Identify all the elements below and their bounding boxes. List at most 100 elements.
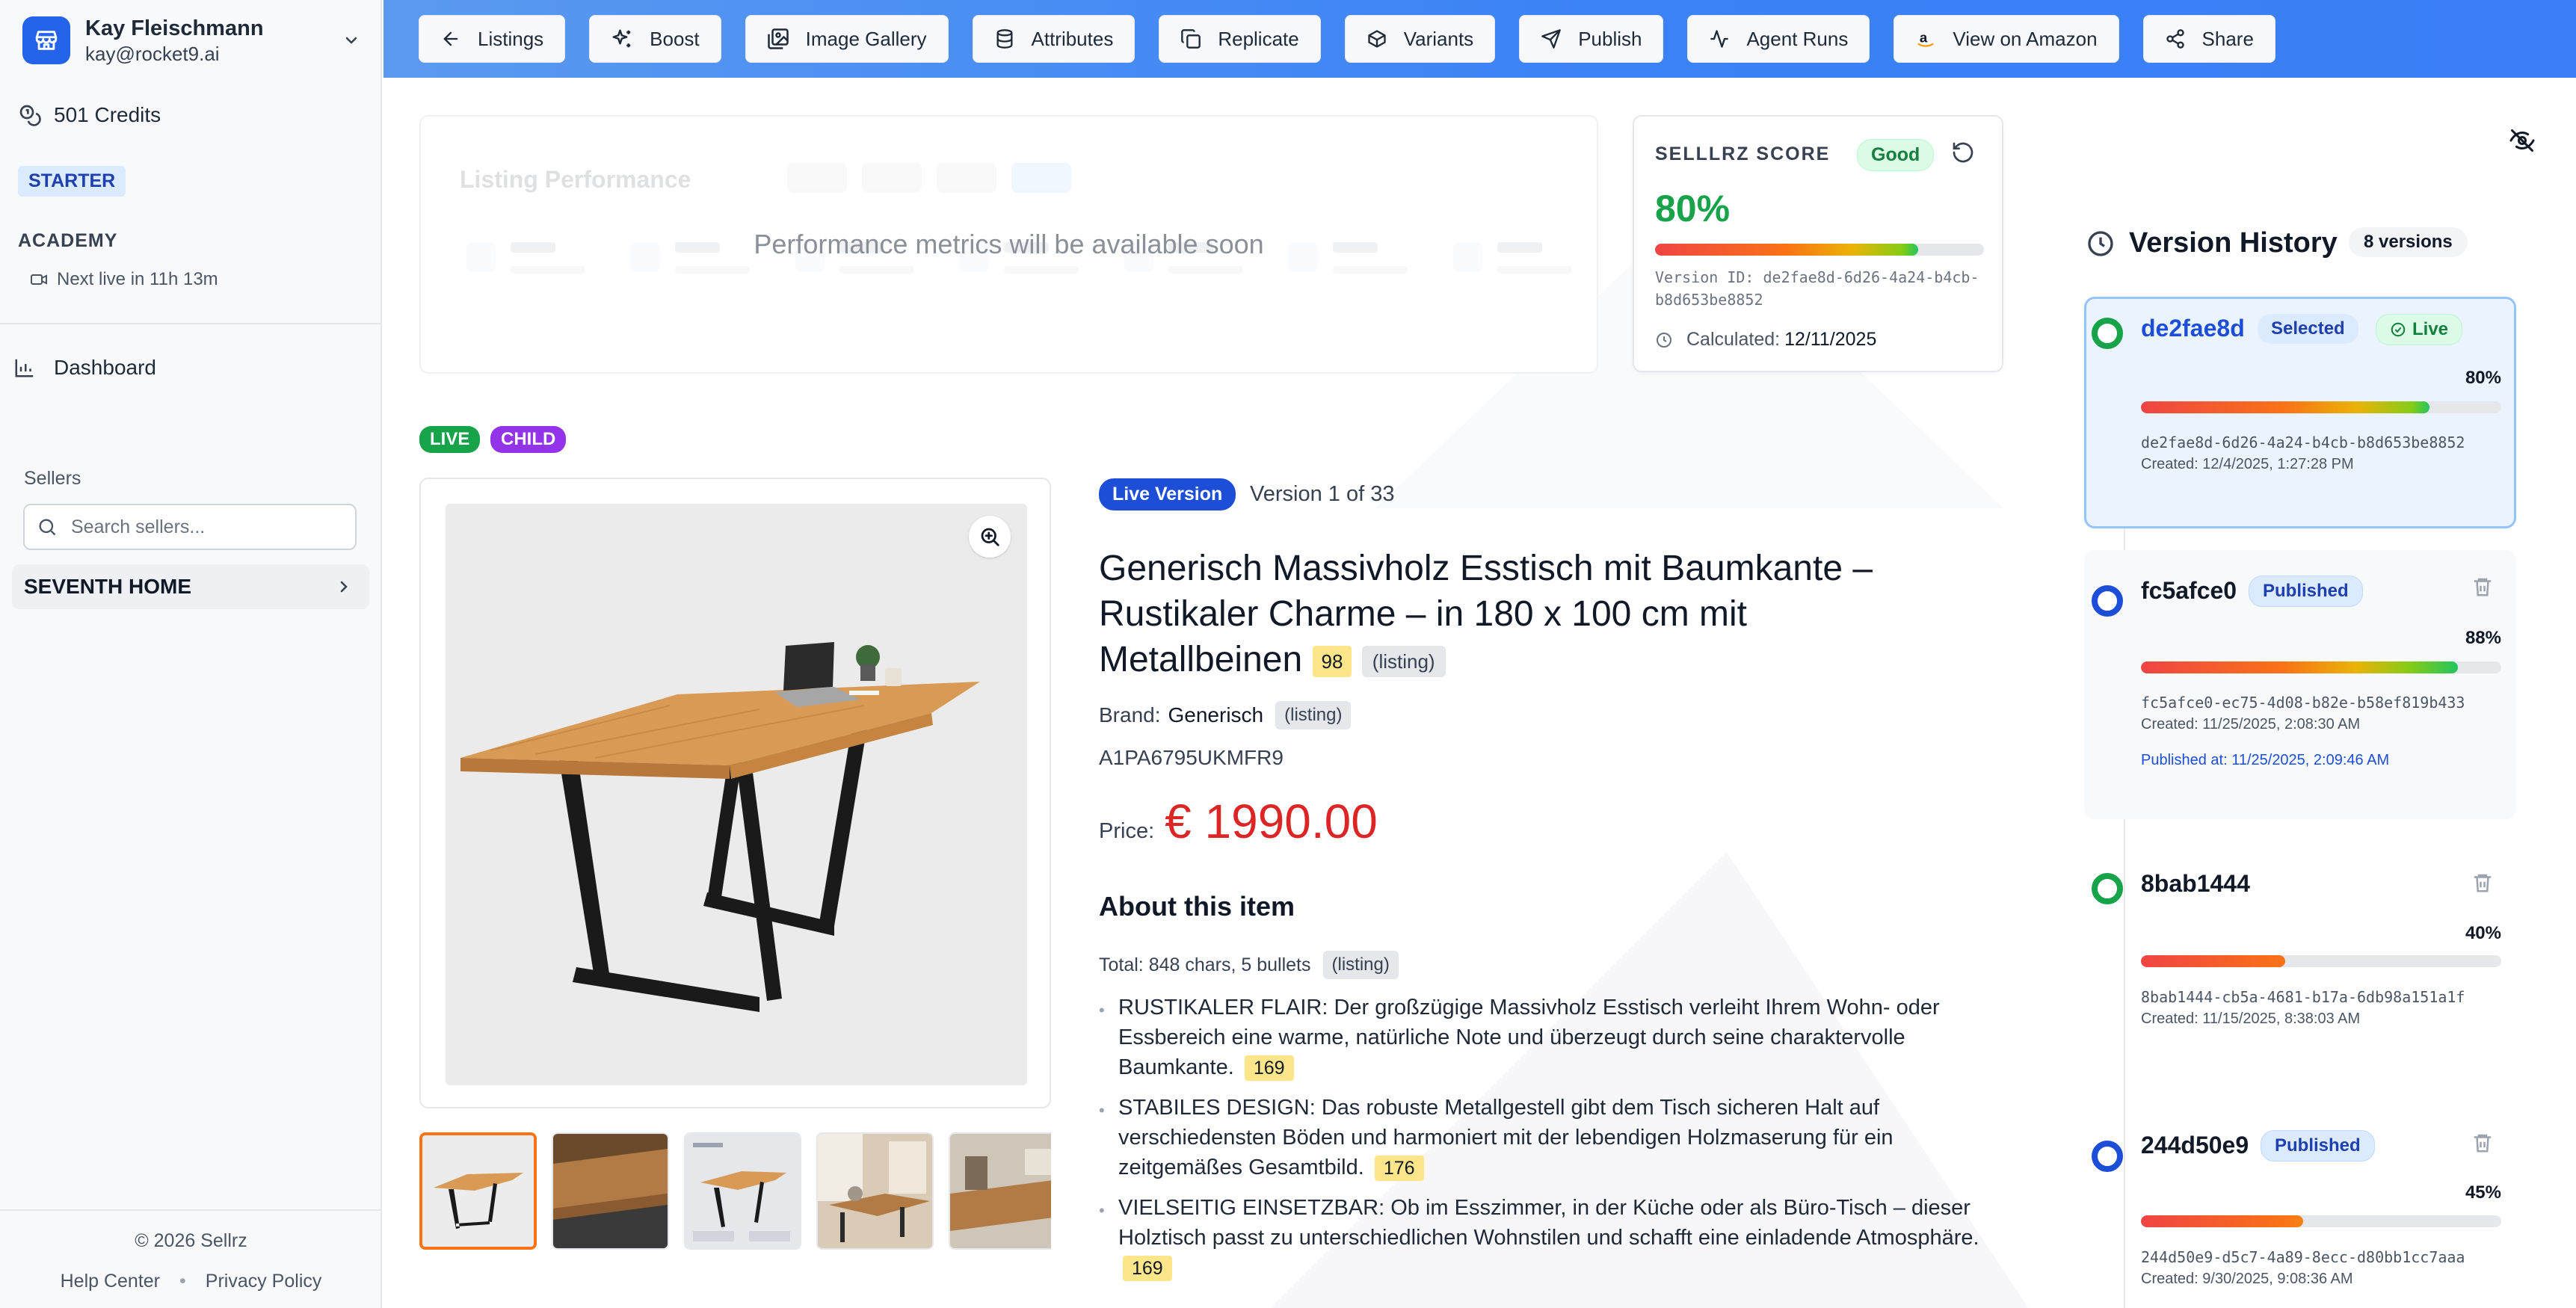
share-button[interactable]: Share — [2142, 15, 2275, 63]
thumbnail[interactable] — [684, 1132, 801, 1250]
trash-icon[interactable] — [2471, 576, 2494, 602]
version-full-id: 244d50e9-d5c7-4a89-8ecc-d80bb1cc7aaa — [2141, 1248, 2465, 1266]
sidebar-divider — [0, 323, 382, 324]
footer-links: Help Center • Privacy Policy — [0, 1271, 382, 1292]
live-tag: Live — [2376, 314, 2463, 345]
version-counter: Version 1 of 33 — [1250, 482, 1395, 506]
listings-button[interactable]: Listings — [419, 15, 566, 63]
price-label: Price: — [1099, 819, 1155, 843]
seller-item-seventh-home[interactable]: SEVENTH HOME — [12, 564, 369, 609]
help-center-link[interactable]: Help Center — [61, 1271, 160, 1292]
product-image-card — [419, 478, 1051, 1108]
zoom-in-icon[interactable] — [969, 516, 1011, 558]
seller-search-input[interactable] — [71, 516, 340, 538]
version-progress-bar — [2141, 955, 2501, 967]
main-product-image[interactable] — [446, 504, 1027, 1085]
footer-copyright: © 2026 Sellrz — [135, 1230, 247, 1251]
activity-icon — [1710, 30, 1729, 48]
version-percent: 45% — [2465, 1182, 2501, 1203]
version-percent: 88% — [2465, 628, 2501, 648]
version-full-id: de2fae8d-6d26-4a24-b4cb-b8d653be8852 — [2141, 434, 2465, 451]
attributes-button[interactable]: Attributes — [972, 15, 1136, 63]
title-score-chip: 98 — [1312, 646, 1352, 678]
listing-performance-card: Listing Performance Performance metrics … — [419, 115, 1598, 374]
version-count-badge: 8 versions — [2349, 227, 2468, 257]
chevron-down-icon[interactable] — [340, 29, 363, 52]
academy-label: ACADEMY — [18, 230, 118, 251]
version-progress-bar — [2141, 401, 2501, 413]
version-created: Created: 11/15/2025, 8:38:03 AM — [2141, 1011, 2361, 1027]
user-name: Kay Fleischmann — [85, 16, 264, 40]
check-circle-icon — [2391, 322, 2406, 337]
version-full-id: 8bab1444-cb5a-4681-b17a-6db98a151a1f — [2141, 988, 2465, 1006]
svg-text:a: a — [1920, 30, 1928, 46]
score-progress-fill — [1655, 244, 1918, 256]
score-version-id: Version ID: de2fae8d-6d26-4a24-b4cb-b8d6… — [1655, 268, 1979, 309]
version-id: 8bab1444 — [2141, 870, 2250, 897]
sparkles-icon — [612, 29, 631, 48]
performance-message: Performance metrics will be available so… — [754, 229, 1264, 259]
selected-tag: Selected — [2258, 314, 2358, 344]
replicate-button[interactable]: Replicate — [1159, 15, 1321, 63]
version-percent: 80% — [2465, 368, 2501, 388]
bullet-score-chip: 176 — [1374, 1156, 1424, 1182]
eye-off-icon[interactable] — [2509, 127, 2536, 158]
score-percent: 80% — [1655, 188, 1731, 229]
bullet-list: RUSTIKALER FLAIR: Der großzügige Massivh… — [1099, 993, 2018, 1293]
seller-search[interactable] — [23, 504, 357, 550]
ghost-tab — [787, 163, 847, 193]
ghost-tab — [937, 163, 996, 193]
version-progress-fill — [2141, 661, 2459, 673]
refresh-icon[interactable] — [1951, 141, 1975, 168]
image-gallery-button[interactable]: Image Gallery — [745, 15, 949, 63]
agent-runs-button[interactable]: Agent Runs — [1687, 15, 1870, 63]
box-icon — [1368, 30, 1386, 48]
variants-button[interactable]: Variants — [1344, 15, 1496, 63]
clock-icon — [1657, 332, 1671, 348]
score-calculated: Calculated: 12/11/2025 — [1655, 329, 1876, 351]
bar-chart-icon — [15, 359, 34, 377]
search-icon — [39, 519, 56, 536]
price-value: € 1990.00 — [1165, 795, 1378, 848]
bullets-source-chip: (listing) — [1322, 951, 1399, 979]
image-thumbnails — [419, 1132, 1051, 1252]
thumbnail[interactable] — [816, 1132, 934, 1250]
thumbnail[interactable] — [419, 1132, 537, 1250]
thumbnail[interactable] — [949, 1132, 1051, 1250]
bullet-text: RUSTIKALER FLAIR: Der großzügige Massivh… — [1118, 996, 1940, 1079]
brand-label: Brand: — [1099, 703, 1161, 727]
version-status-dot — [2092, 1141, 2123, 1172]
trash-icon[interactable] — [2471, 872, 2494, 898]
thumbnail[interactable] — [552, 1132, 669, 1250]
version-progress-bar — [2141, 1215, 2501, 1227]
publish-button[interactable]: Publish — [1519, 15, 1664, 63]
academy-live-link[interactable]: Next live in 11h 13m — [30, 269, 218, 290]
privacy-policy-link[interactable]: Privacy Policy — [206, 1271, 322, 1292]
version-id: de2fae8d — [2141, 315, 2245, 342]
version-created: Created: 11/25/2025, 2:08:30 AM — [2141, 716, 2361, 732]
version-status-dot — [2092, 873, 2123, 904]
version-progress-fill — [2141, 401, 2429, 413]
toolbar-label: View on Amazon — [1953, 27, 2098, 50]
version-id: fc5afce0 — [2141, 577, 2237, 604]
boost-button[interactable]: Boost — [589, 15, 721, 63]
view-on-amazon-button[interactable]: a View on Amazon — [1894, 15, 2119, 63]
sellrz-score-card: SELLLRZ SCORE Good 80% Version ID: de2fa… — [1633, 115, 2003, 372]
bullet-text: VIELSEITIG EINSETZBAR: Ob im Esszimmer, … — [1118, 1196, 1979, 1250]
sidebar: Kay Fleischmann kay@rocket9.ai 501 Credi… — [0, 0, 382, 1308]
toolbar-label: Listings — [478, 27, 544, 50]
sidebar-item-dashboard[interactable]: Dashboard — [13, 356, 156, 380]
user-menu[interactable]: Kay Fleischmann kay@rocket9.ai — [22, 16, 363, 65]
toolbar-label: Agent Runs — [1746, 27, 1849, 50]
toolbar-label: Boost — [650, 27, 700, 50]
trash-icon[interactable] — [2471, 1132, 2494, 1158]
version-status-dot — [2092, 585, 2123, 617]
bullets-total: Total: 848 chars, 5 bullets — [1099, 954, 1311, 975]
plan-badge: STARTER — [18, 166, 126, 197]
asin: A1PA6795UKMFR9 — [1099, 746, 1284, 769]
calculated-label: Calculated: — [1686, 329, 1781, 350]
bullet-score-chip: 169 — [1123, 1256, 1172, 1282]
toolbar-label: Image Gallery — [805, 27, 927, 50]
footer-separator: • — [179, 1271, 186, 1292]
score-title: SELLLRZ SCORE — [1655, 144, 1831, 164]
